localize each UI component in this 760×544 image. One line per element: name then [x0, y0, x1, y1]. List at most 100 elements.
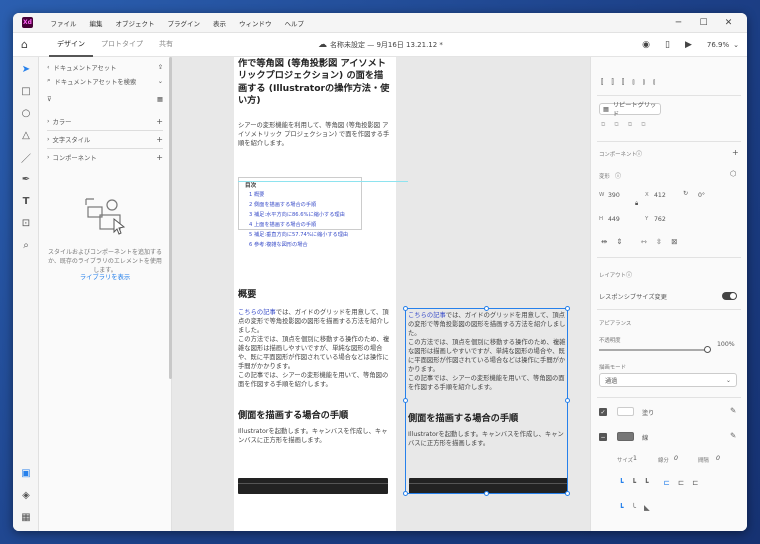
grid-view-icon[interactable]: ▦	[157, 96, 163, 103]
add-component-button[interactable]: +	[156, 153, 163, 162]
tab-share[interactable]: 共有	[151, 33, 181, 57]
toc-item[interactable]: 1 概要	[249, 190, 355, 200]
height-field[interactable]: 449	[608, 216, 620, 223]
home-icon[interactable]: ⌂	[21, 38, 28, 51]
menu-view[interactable]: 表示	[207, 18, 233, 28]
assets-panel-icon[interactable]: ▣	[18, 465, 34, 481]
x-field[interactable]: 412	[654, 192, 666, 199]
3d-cube-icon[interactable]: ⬡	[730, 169, 737, 178]
join-miter-icon[interactable]: ┗	[619, 503, 624, 512]
resize-handle[interactable]	[565, 306, 570, 311]
eyedropper-icon[interactable]: ✎	[730, 406, 736, 415]
add-boolean-icon[interactable]: ⧉	[601, 121, 605, 129]
add-component-button[interactable]: +	[732, 148, 739, 157]
artboard-tool-icon[interactable]: ⊡	[18, 215, 34, 231]
toc-item[interactable]: 2 側面を描画する場合の手順	[249, 200, 355, 210]
intersect-boolean-icon[interactable]: ⧉	[628, 121, 632, 129]
zoom-level[interactable]: 76.9%	[707, 41, 729, 49]
menu-object[interactable]: オブジェクト	[109, 18, 161, 28]
align-center-icon[interactable]: ⫿	[611, 77, 613, 87]
align-bottom-icon[interactable]: ⫾	[653, 77, 655, 87]
section-character-styles[interactable]: › 文字スタイル +	[47, 133, 163, 145]
toc-item[interactable]: 5 補足:垂直方向に57.74%に縮小する理由	[249, 230, 355, 240]
design-canvas[interactable]: シアーの変形機能を利用した変形操作で等角図 (等角投影図 アイソメトリックプロジ…	[172, 57, 590, 531]
menu-plugins[interactable]: プラグイン	[161, 18, 207, 28]
opacity-slider-knob[interactable]	[704, 346, 711, 353]
info-icon[interactable]: ⓘ	[636, 149, 642, 158]
distribute-spacing-icon[interactable]: ⊠	[671, 237, 677, 246]
pen-tool-icon[interactable]: ✒	[18, 171, 34, 187]
view-libraries-link[interactable]: ライブラリを表示	[39, 272, 171, 281]
resize-handle[interactable]	[484, 491, 489, 496]
stroke-checkbox[interactable]: −	[599, 433, 607, 441]
subtract-boolean-icon[interactable]: ⧉	[614, 121, 618, 129]
responsive-resize-toggle[interactable]	[722, 292, 737, 300]
chevron-down-icon[interactable]: ⌄	[733, 41, 739, 49]
back-arrow-icon[interactable]: ‹	[47, 64, 50, 71]
exclude-boolean-icon[interactable]: ⧉	[641, 121, 645, 129]
account-icon[interactable]: ◉	[642, 40, 650, 50]
text-tool-icon[interactable]: T	[18, 193, 34, 209]
stroke-color-swatch[interactable]	[617, 432, 634, 441]
opacity-slider[interactable]	[599, 349, 707, 351]
gap-field[interactable]: 0	[716, 455, 720, 462]
fill-checkbox[interactable]: ✓	[599, 408, 607, 416]
tab-prototype[interactable]: プロトタイプ	[93, 33, 151, 57]
join-bevel-icon[interactable]: ◣	[644, 503, 650, 512]
article-link[interactable]: こちらの記事	[238, 309, 276, 316]
maximize-button[interactable]: ☐	[691, 18, 716, 28]
menu-window[interactable]: ウィンドウ	[233, 18, 279, 28]
filter-icon[interactable]: ⊽	[47, 96, 157, 103]
menu-help[interactable]: ヘルプ	[278, 18, 311, 28]
flip-horizontal-icon[interactable]: ⇹	[601, 237, 607, 246]
resize-handle[interactable]	[403, 398, 408, 403]
opacity-value[interactable]: 100%	[717, 341, 735, 348]
add-color-button[interactable]: +	[156, 117, 163, 126]
toc-item[interactable]: 6 参考:複雑な図形の場合	[249, 240, 355, 250]
fill-color-swatch[interactable]	[617, 407, 634, 416]
cap-square-icon[interactable]: ┗	[644, 478, 649, 487]
zoom-tool-icon[interactable]: ⌕	[18, 237, 34, 253]
resize-handle[interactable]	[403, 306, 408, 311]
join-round-icon[interactable]: ╰	[632, 503, 637, 512]
dash-field[interactable]: 0	[674, 455, 678, 462]
width-field[interactable]: 390	[608, 192, 620, 199]
cap-butt-icon[interactable]: ┗	[619, 478, 624, 487]
cap-round-icon[interactable]: ┗	[632, 478, 637, 487]
line-tool-icon[interactable]: ／	[18, 149, 34, 165]
toc-item[interactable]: 4 上面を描画する場合の手順	[249, 220, 355, 230]
close-button[interactable]: ✕	[716, 18, 741, 28]
menu-file[interactable]: ファイル	[44, 18, 83, 28]
align-middle-icon[interactable]: ⫾	[643, 77, 645, 87]
tab-design[interactable]: デザイン	[49, 33, 93, 57]
device-preview-icon[interactable]: ▯	[665, 40, 670, 50]
menu-edit[interactable]: 編集	[83, 18, 109, 28]
polygon-tool-icon[interactable]: △	[18, 127, 34, 143]
section-components[interactable]: › コンポーネント +	[47, 151, 163, 163]
toc-item[interactable]: 3 補足:水平方向に86.6%に縮小する理由	[249, 210, 355, 220]
y-field[interactable]: 762	[654, 216, 666, 223]
select-tool-icon[interactable]: ➤	[18, 61, 34, 77]
distribute-vertical-icon[interactable]: ⇳	[656, 237, 662, 246]
resize-handle[interactable]	[565, 491, 570, 496]
blend-mode-select[interactable]: 通過 ⌄	[599, 373, 737, 387]
distribute-horizontal-icon[interactable]: ⇿	[641, 237, 647, 246]
lock-aspect-icon[interactable]: 🔒︎	[635, 200, 638, 208]
stroke-size-field[interactable]: 1	[633, 455, 637, 462]
minimize-button[interactable]: ─	[666, 18, 691, 28]
info-icon[interactable]: ⓘ	[615, 171, 621, 180]
eyedropper-icon[interactable]: ✎	[730, 431, 736, 440]
layers-icon[interactable]: ◈	[18, 487, 34, 503]
align-left-icon[interactable]: ⫿	[601, 77, 603, 87]
rotation-field[interactable]: 0°	[698, 192, 705, 199]
add-style-button[interactable]: +	[156, 135, 163, 144]
align-top-icon[interactable]: ⫾	[632, 77, 634, 87]
flip-vertical-icon[interactable]: ⇕	[616, 237, 622, 246]
rectangle-tool-icon[interactable]: □	[18, 83, 34, 99]
stroke-center-icon[interactable]: ⊏	[678, 478, 684, 487]
plugins-icon[interactable]: ▦	[18, 509, 34, 525]
align-right-icon[interactable]: ⫿	[622, 77, 624, 87]
info-icon[interactable]: ⓘ	[626, 270, 632, 279]
resize-handle[interactable]	[484, 306, 489, 311]
stroke-inside-icon[interactable]: ⊏	[664, 478, 670, 487]
